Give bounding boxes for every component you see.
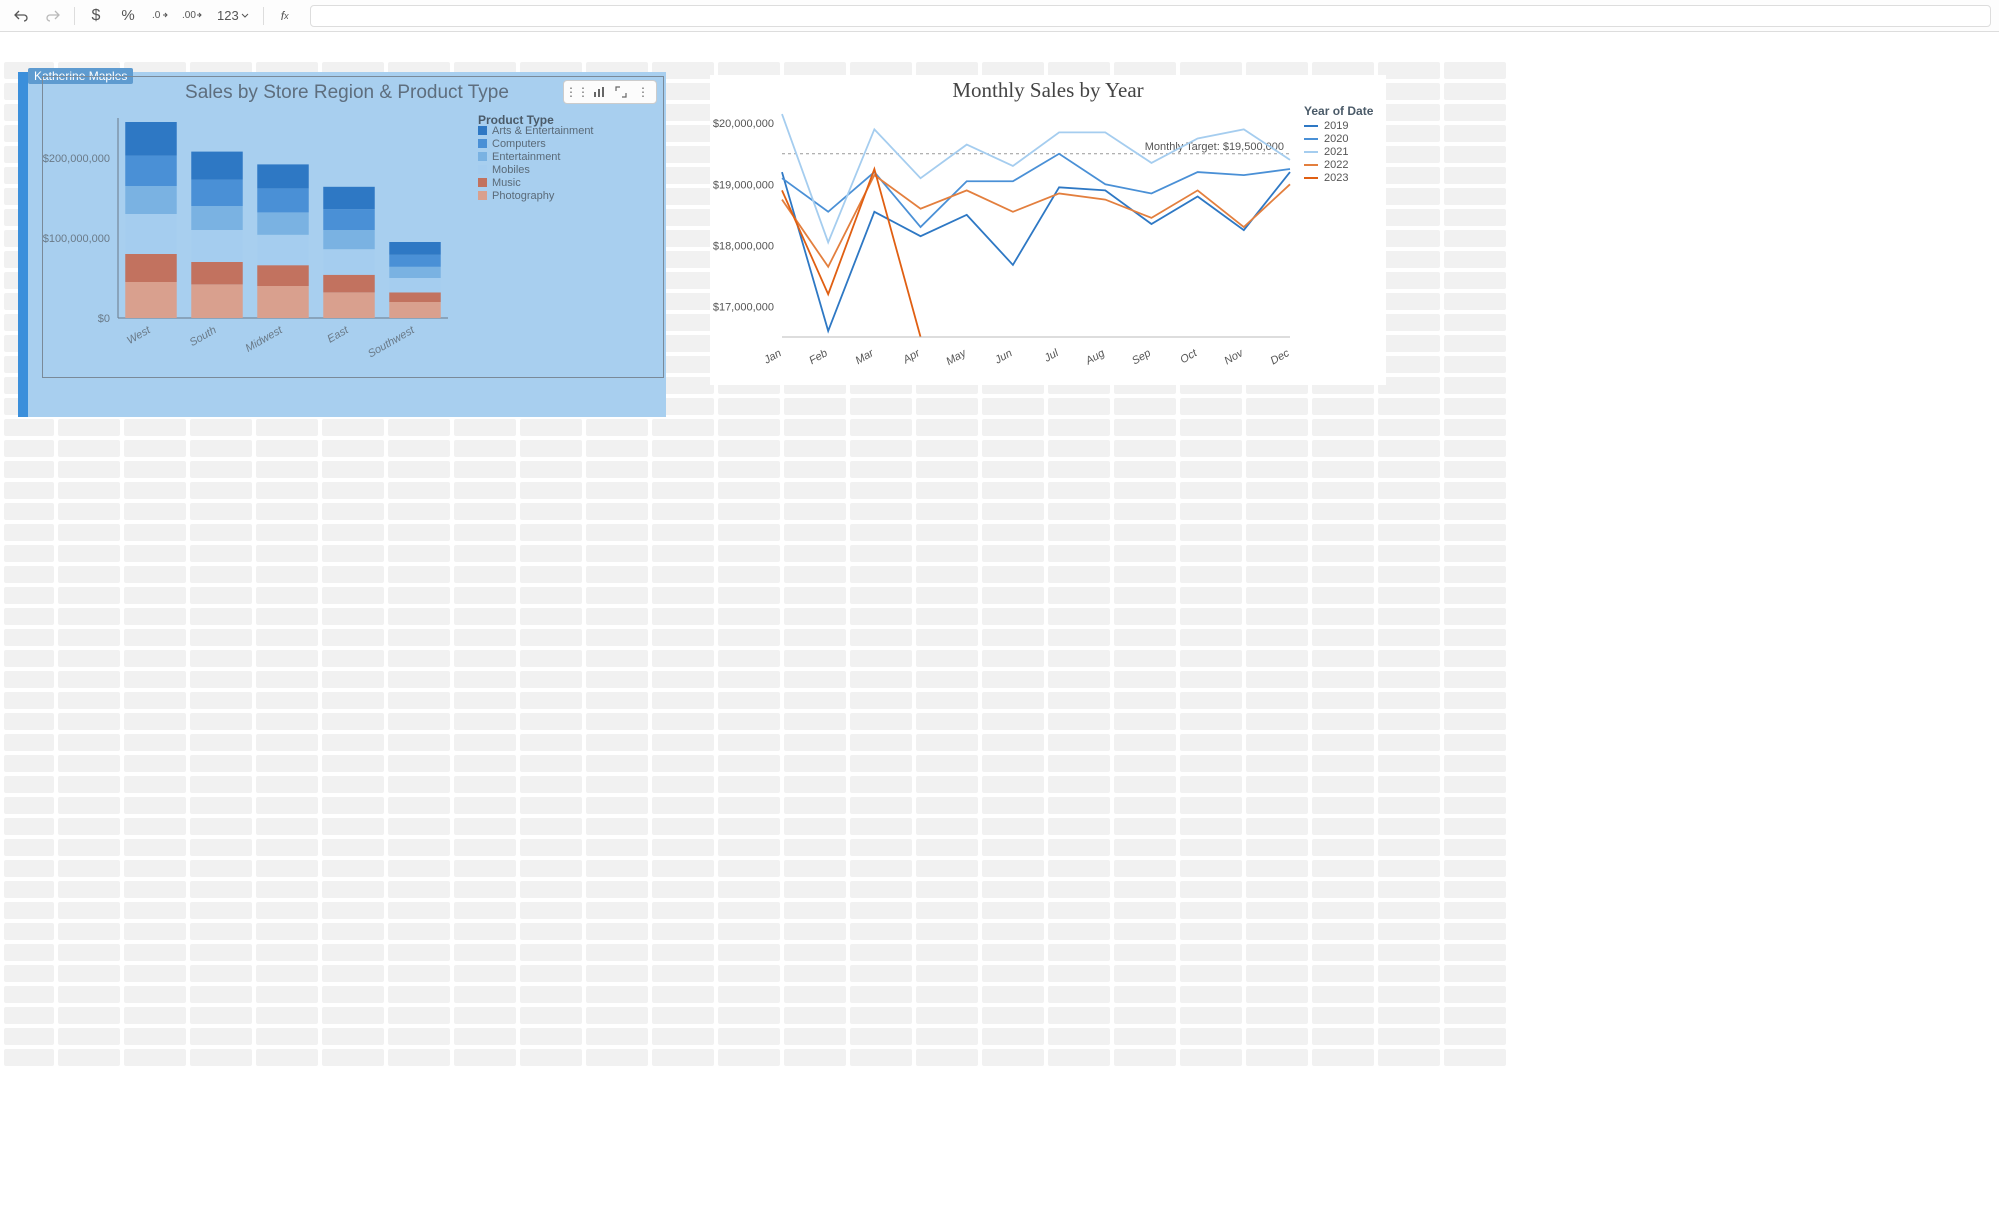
collaborator-tag[interactable]: Katherine Maples (28, 68, 133, 84)
line-chart-svg: $17,000,000 $18,000,000 $19,000,000 $20,000… (710, 103, 1386, 388)
chevron-down-icon (241, 12, 249, 20)
chart-drag-handle-icon[interactable]: ⋮⋮ (566, 83, 588, 101)
chart-expand-icon[interactable] (610, 83, 632, 101)
svg-text:$200,000,000: $200,000,000 (43, 153, 110, 165)
svg-text:Photography: Photography (492, 190, 555, 202)
redo-button[interactable] (40, 4, 66, 28)
svg-text:Oct: Oct (1178, 347, 1200, 366)
svg-text:Mar: Mar (853, 347, 877, 368)
formula-bar[interactable] (310, 5, 1991, 27)
svg-text:West: West (125, 324, 153, 347)
svg-text:May: May (944, 346, 969, 368)
number-format-dropdown[interactable]: 123 (211, 4, 255, 28)
svg-text:Computers: Computers (492, 138, 546, 150)
fx-button[interactable]: fx (272, 4, 298, 28)
svg-text:2019: 2019 (1324, 120, 1348, 132)
chart-quick-action-icon[interactable] (588, 83, 610, 101)
svg-text:Dec: Dec (1269, 347, 1292, 367)
svg-text:$17,000,000: $17,000,000 (713, 301, 774, 313)
svg-text:Sep: Sep (1130, 347, 1153, 367)
svg-text:Jun: Jun (992, 347, 1014, 367)
svg-text:Entertainment: Entertainment (492, 151, 560, 163)
svg-text:2022: 2022 (1324, 159, 1348, 171)
toolbar: $ % .0 .00 123 fx (0, 0, 1999, 32)
svg-text:Jul: Jul (1042, 347, 1062, 365)
svg-text:East: East (325, 324, 351, 346)
number-format-label: 123 (217, 8, 239, 23)
decrease-decimal-button[interactable]: .0 (147, 4, 173, 28)
svg-text:2023: 2023 (1324, 172, 1348, 184)
svg-text:South: South (188, 324, 219, 349)
chart-sales-by-region[interactable]: Sales by Store Region & Product Type $0$… (18, 72, 666, 417)
svg-text:Arts & Entertainment: Arts & Entertainment (492, 125, 594, 137)
svg-text:$18,000,000: $18,000,000 (713, 240, 774, 252)
svg-text:$20,000,000: $20,000,000 (713, 118, 774, 130)
chart-monthly-sales[interactable]: Monthly Sales by Year $17,000,000 $18,000… (710, 75, 1386, 385)
svg-text:Apr: Apr (900, 347, 923, 367)
percent-format-button[interactable]: % (115, 4, 141, 28)
svg-text:Year of Date: Year of Date (1304, 104, 1374, 118)
svg-text:.00: .00 (182, 10, 196, 21)
svg-text:Mobiles: Mobiles (492, 164, 530, 176)
chart-title: Monthly Sales by Year (710, 75, 1386, 103)
svg-text:$0: $0 (98, 313, 110, 325)
currency-format-button[interactable]: $ (83, 4, 109, 28)
spreadsheet-canvas[interactable]: Sales by Store Region & Product Type $0$… (0, 32, 1999, 1223)
svg-text:2021: 2021 (1324, 146, 1348, 158)
svg-text:.0: .0 (152, 10, 161, 21)
chart-floating-controls: ⋮⋮ ⋮ (563, 80, 657, 104)
svg-text:Music: Music (492, 177, 521, 189)
svg-text:Nov: Nov (1222, 346, 1246, 367)
svg-text:2020: 2020 (1324, 133, 1348, 145)
svg-text:$19,000,000: $19,000,000 (713, 179, 774, 191)
increase-decimal-button[interactable]: .00 (179, 4, 205, 28)
svg-text:Aug: Aug (1083, 347, 1108, 368)
svg-text:Southwest: Southwest (366, 324, 417, 361)
svg-text:$100,000,000: $100,000,000 (43, 233, 110, 245)
bar-chart-svg: $0 $100,000,000 $200,000,000 West South Midwe… (28, 108, 668, 398)
svg-text:Feb: Feb (807, 347, 829, 367)
svg-text:Jan: Jan (761, 347, 783, 367)
svg-text:Midwest: Midwest (244, 324, 286, 355)
undo-button[interactable] (8, 4, 34, 28)
chart-menu-icon[interactable]: ⋮ (632, 83, 654, 101)
